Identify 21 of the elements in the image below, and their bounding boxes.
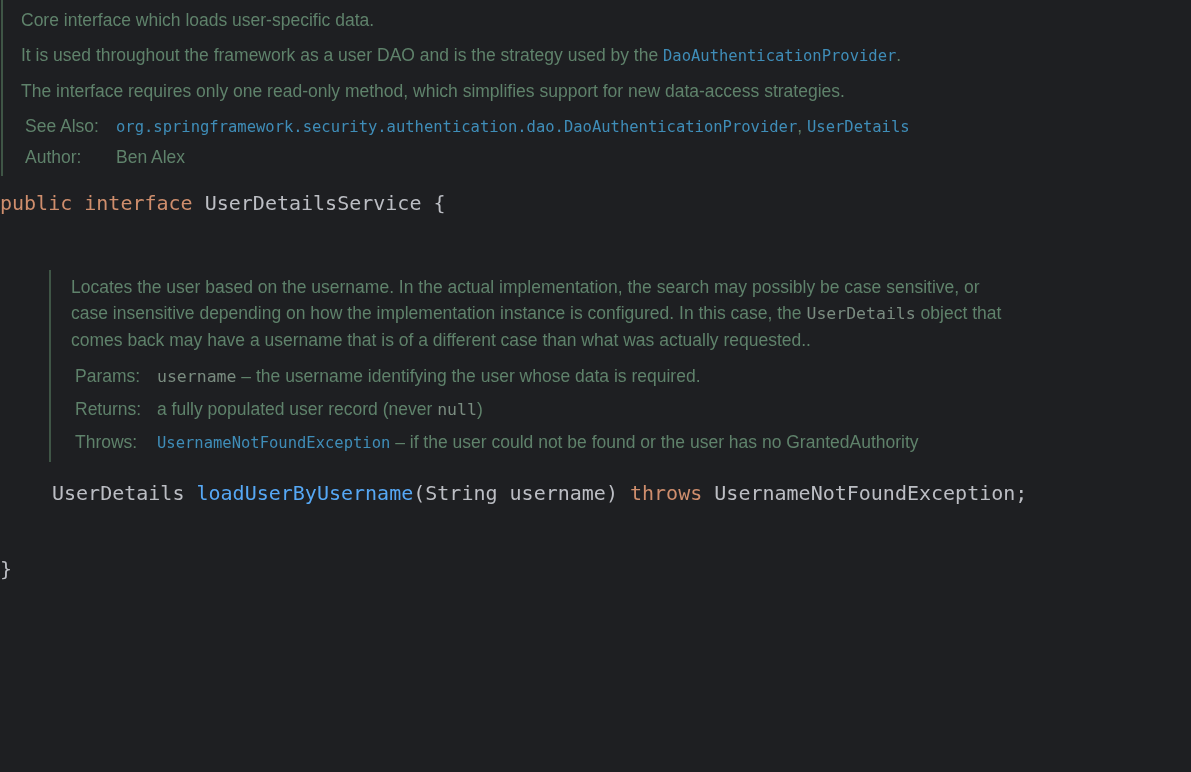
doc-link[interactable]: DaoAuthenticationProvider: [663, 47, 897, 65]
tag-label: See Also:: [25, 115, 100, 138]
doc-link[interactable]: UserDetails: [806, 118, 910, 136]
tag-label: Throws:: [75, 431, 139, 454]
doc-paragraph: Core interface which loads user-specific data.: [21, 9, 376, 32]
doc-paragraph: It is used throughout the framework as a user DAO and is the strategy used by the DaoAuthenticationProvider.: [21, 44, 903, 67]
doc-link[interactable]: org.springframework.security.authentication.dao.DaoAuthenticationProvider: [116, 118, 798, 136]
code-line: }: [0, 556, 13, 583]
doc-link[interactable]: UsernameNotFoundException: [157, 434, 391, 452]
tag-label: Returns:: [75, 398, 143, 421]
tag-label: Params:: [75, 365, 142, 388]
doc-paragraph: Locates the user based on the username. In the actual implementation, the search may possibly be case sensitive, or case insensitive depending on how the implementation instance is configured. In this case, the UserDetails object that comes back may have a username that is of a different case than what was actually requested..: [71, 276, 1003, 352]
tag-label: Author:: [25, 146, 83, 169]
tag-value: org.springframework.security.authentication.dao.DaoAuthenticationProvider, UserDetails: [116, 115, 911, 138]
code-line: UserDetails loadUserByUsername(String username) throws UsernameNotFoundException;: [51, 480, 1028, 507]
tag-value: username – the username identifying the user whose data is required.: [157, 365, 702, 388]
tag-value: UsernameNotFoundException – if the user could not be found or the user has no GrantedAuthority: [157, 431, 920, 454]
code-line: public interface UserDetailsService {: [0, 190, 446, 217]
tag-value: Ben Alex: [116, 146, 187, 169]
tag-value: a fully populated user record (never null): [157, 398, 484, 421]
doc-paragraph: The interface requires only one read-only method, which simplifies support for new data-access strategies.: [21, 80, 846, 103]
